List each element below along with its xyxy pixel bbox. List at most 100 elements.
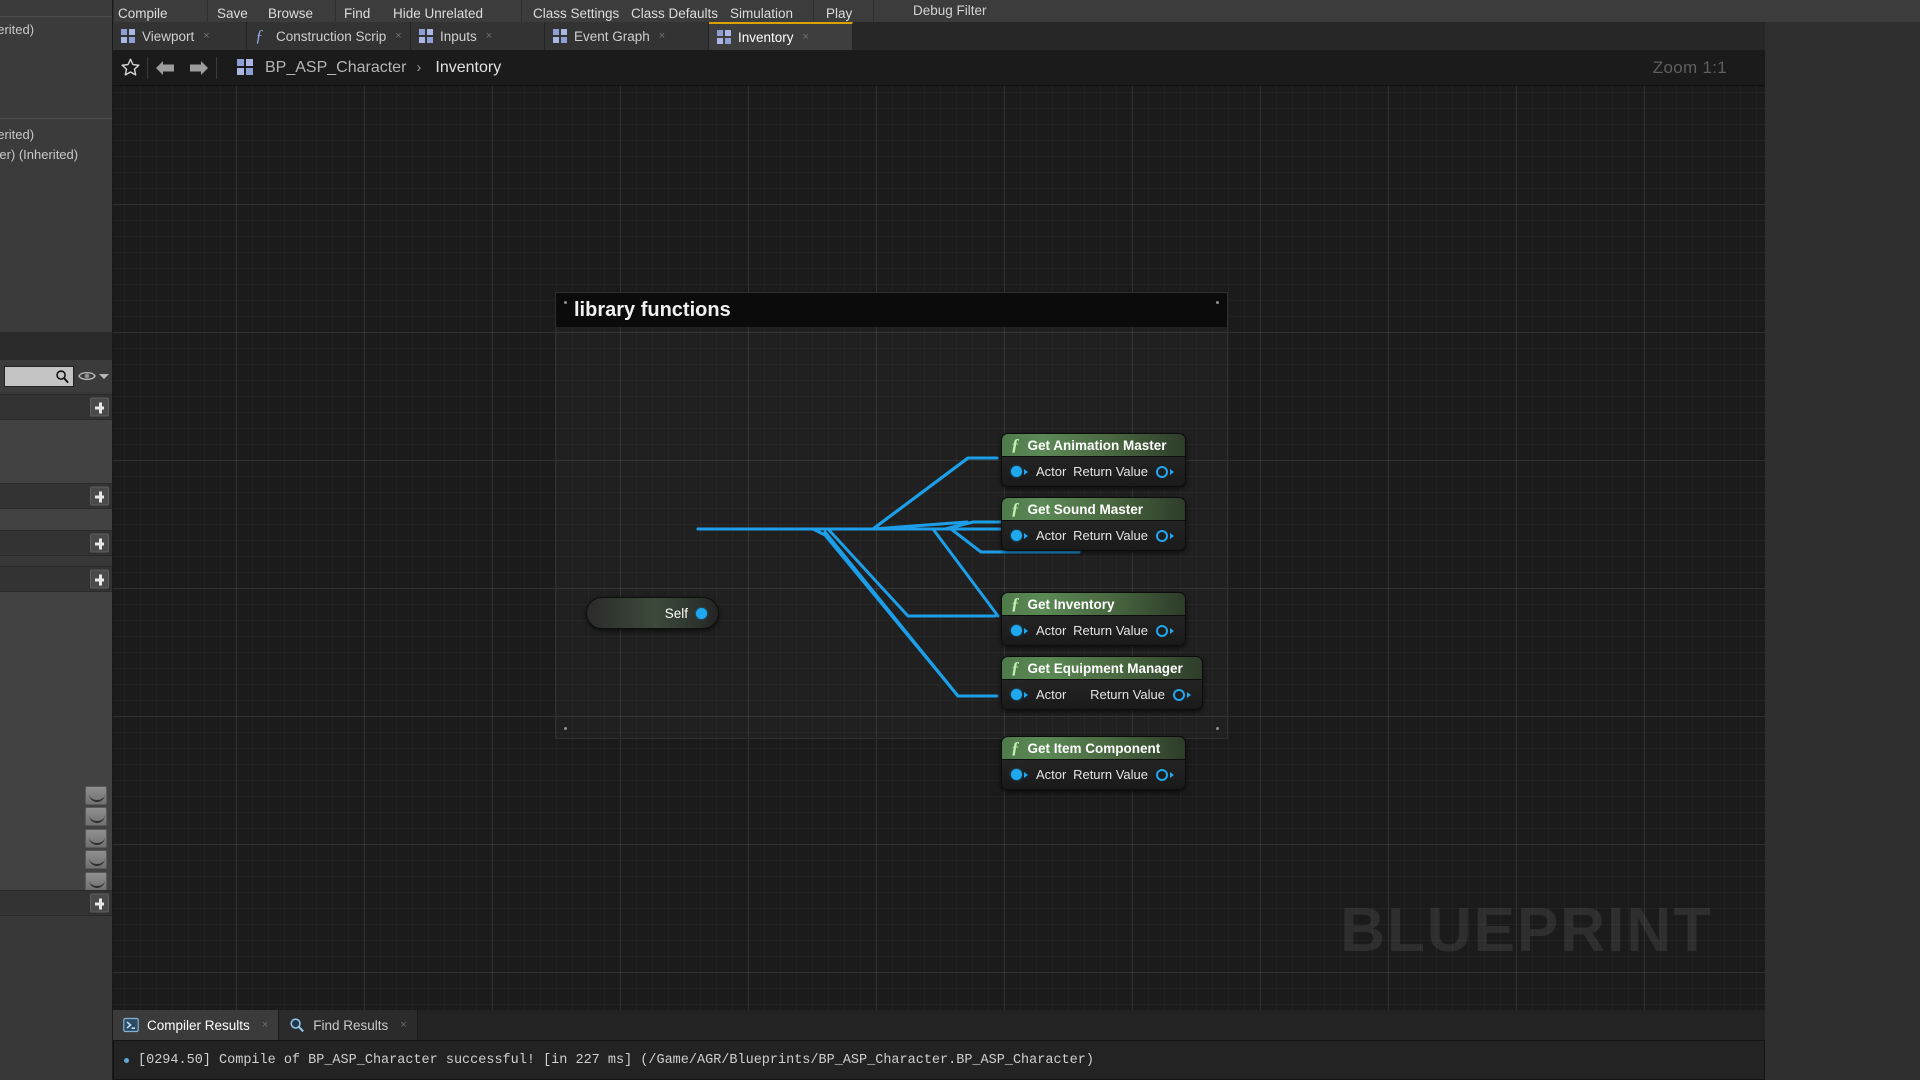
self-node[interactable]: Self	[586, 597, 719, 629]
grid-icon	[553, 29, 567, 43]
output-pin-return-value[interactable]: Return Value	[1073, 528, 1174, 543]
toolbar-save-button[interactable]: Save	[217, 0, 248, 22]
pin-label: Return Value	[1073, 767, 1148, 782]
add-button[interactable]	[90, 533, 109, 553]
add-button[interactable]	[90, 486, 109, 506]
toolbar-class-settings-button[interactable]: Class Settings	[533, 0, 619, 22]
tab-construction-script[interactable]: ƒ Construction Scrip ×	[247, 22, 411, 50]
pin-dot	[1011, 689, 1022, 700]
node-header: ƒ Get Item Component	[1002, 737, 1185, 760]
tab-find-results[interactable]: Find Results ×	[279, 1010, 418, 1040]
tree-separator	[0, 118, 112, 119]
tree-item-label[interactable]: herited)	[0, 127, 34, 142]
back-button[interactable]	[148, 50, 182, 86]
close-icon[interactable]: ×	[395, 30, 401, 42]
forward-button[interactable]	[182, 50, 216, 86]
pin-label: Actor	[1036, 528, 1067, 543]
sidebar-section-bar	[0, 890, 112, 916]
event-envelope-icon[interactable]	[85, 829, 107, 848]
sidebar-section-bar	[0, 483, 112, 509]
toolbar-simulation-button[interactable]: Simulation	[730, 0, 793, 22]
node-body: Actor Return Value	[1002, 680, 1202, 709]
close-icon[interactable]: ×	[659, 30, 665, 42]
node-get-item-component[interactable]: ƒ Get Item Component Actor Return Value	[1001, 736, 1186, 790]
toolbar-browse-button[interactable]: Browse	[268, 0, 313, 22]
toolbar-play-button[interactable]: Play	[826, 0, 852, 22]
sidebar-section-body	[0, 509, 112, 530]
blueprint-watermark: BLUEPRINT	[1340, 896, 1713, 965]
comment-box-title: library functions	[574, 298, 731, 321]
tab-label: Construction Scrip	[276, 28, 387, 44]
search-input[interactable]	[4, 365, 74, 387]
debug-filter-label[interactable]: Debug Filter	[913, 0, 987, 22]
pin-arrow-icon	[1024, 691, 1028, 698]
close-icon[interactable]: ×	[203, 30, 209, 42]
visibility-toggle[interactable]	[78, 370, 109, 382]
input-pin-actor[interactable]: Actor	[1011, 687, 1066, 702]
output-pin-return-value[interactable]: Return Value	[1090, 687, 1191, 702]
toolbar-class-defaults-button[interactable]: Class Defaults	[631, 0, 718, 22]
favorite-button[interactable]	[113, 50, 147, 86]
pin-arrow-icon	[1187, 691, 1191, 698]
pin-dot	[1011, 530, 1022, 541]
breadcrumb-divider	[216, 56, 217, 79]
chevron-down-icon	[99, 373, 109, 379]
breadcrumb-current[interactable]: Inventory	[435, 59, 501, 77]
eye-icon	[78, 371, 96, 381]
grid-icon	[121, 29, 135, 43]
input-pin-actor[interactable]: Actor	[1011, 767, 1066, 782]
toolbar-compile-button[interactable]: Compile	[118, 0, 168, 22]
add-button[interactable]	[90, 397, 109, 417]
toolbar-hide-unrelated-button[interactable]: Hide Unrelated	[393, 0, 483, 22]
self-output-pin[interactable]	[696, 607, 707, 619]
add-button[interactable]	[90, 569, 109, 589]
tab-inputs[interactable]: Inputs ×	[411, 22, 545, 50]
compiler-log-area[interactable]: [0294.50] Compile of BP_ASP_Character su…	[113, 1040, 1765, 1080]
node-get-sound-master[interactable]: ƒ Get Sound Master Actor Return Value	[1001, 497, 1186, 551]
bottom-panel: Compiler Results × Find Results × [0294.…	[113, 1010, 1765, 1080]
comment-box-header[interactable]: library functions	[556, 293, 1227, 327]
blueprint-graph-canvas[interactable]: BLUEPRINT library functions Self ƒ Get A…	[113, 86, 1765, 1010]
pin-arrow-icon	[1024, 532, 1028, 539]
event-envelope-icon[interactable]	[85, 786, 107, 805]
event-envelope-icon[interactable]	[85, 872, 107, 891]
node-get-inventory[interactable]: ƒ Get Inventory Actor Return Value	[1001, 592, 1186, 646]
tree-item-label[interactable]: herited)	[0, 22, 34, 37]
tab-compiler-results[interactable]: Compiler Results ×	[113, 1010, 280, 1040]
pin-label: Actor	[1036, 687, 1067, 702]
node-get-animation-master[interactable]: ƒ Get Animation Master Actor Return Valu…	[1001, 433, 1186, 487]
function-icon: ƒ	[1011, 499, 1020, 518]
input-pin-actor[interactable]: Actor	[1011, 528, 1066, 543]
input-pin-actor[interactable]: Actor	[1011, 464, 1066, 479]
output-pin-return-value[interactable]: Return Value	[1073, 767, 1174, 782]
tree-separator	[0, 16, 112, 17]
event-envelope-icon[interactable]	[85, 807, 107, 826]
toolbar-find-button[interactable]: Find	[344, 0, 370, 22]
output-pin-return-value[interactable]: Return Value	[1073, 623, 1174, 638]
node-title: Get Item Component	[1027, 740, 1161, 756]
pin-arrow-icon	[1170, 532, 1174, 539]
tab-inventory[interactable]: Inventory ×	[709, 22, 853, 50]
pin-dot	[1156, 624, 1168, 637]
pin-label: Return Value	[1090, 687, 1165, 702]
close-icon[interactable]: ×	[486, 30, 492, 42]
pin-dot	[1011, 769, 1022, 780]
breadcrumb-root[interactable]: BP_ASP_Character	[265, 59, 406, 77]
close-icon[interactable]: ×	[400, 1019, 406, 1031]
bottom-tab-label: Compiler Results	[147, 1017, 250, 1033]
main-toolbar: Compile Save Browse Find Hide Unrelated …	[113, 0, 1765, 22]
tab-viewport[interactable]: Viewport ×	[113, 22, 247, 50]
node-body: Actor Return Value	[1002, 760, 1185, 789]
tree-item-label[interactable]: aster) (Inherited)	[0, 147, 78, 162]
node-get-equipment-manager[interactable]: ƒ Get Equipment Manager Actor Return Val…	[1001, 656, 1203, 710]
event-envelope-icon[interactable]	[85, 850, 107, 869]
add-button[interactable]	[90, 893, 109, 913]
pin-label: Actor	[1036, 464, 1067, 479]
tab-event-graph[interactable]: Event Graph ×	[545, 22, 709, 50]
toolbar-right-filler	[1765, 0, 1920, 22]
output-pin-return-value[interactable]: Return Value	[1073, 464, 1174, 479]
close-icon[interactable]: ×	[262, 1019, 268, 1031]
sidebar-section-bar	[0, 566, 112, 592]
close-icon[interactable]: ×	[803, 31, 809, 43]
input-pin-actor[interactable]: Actor	[1011, 623, 1066, 638]
